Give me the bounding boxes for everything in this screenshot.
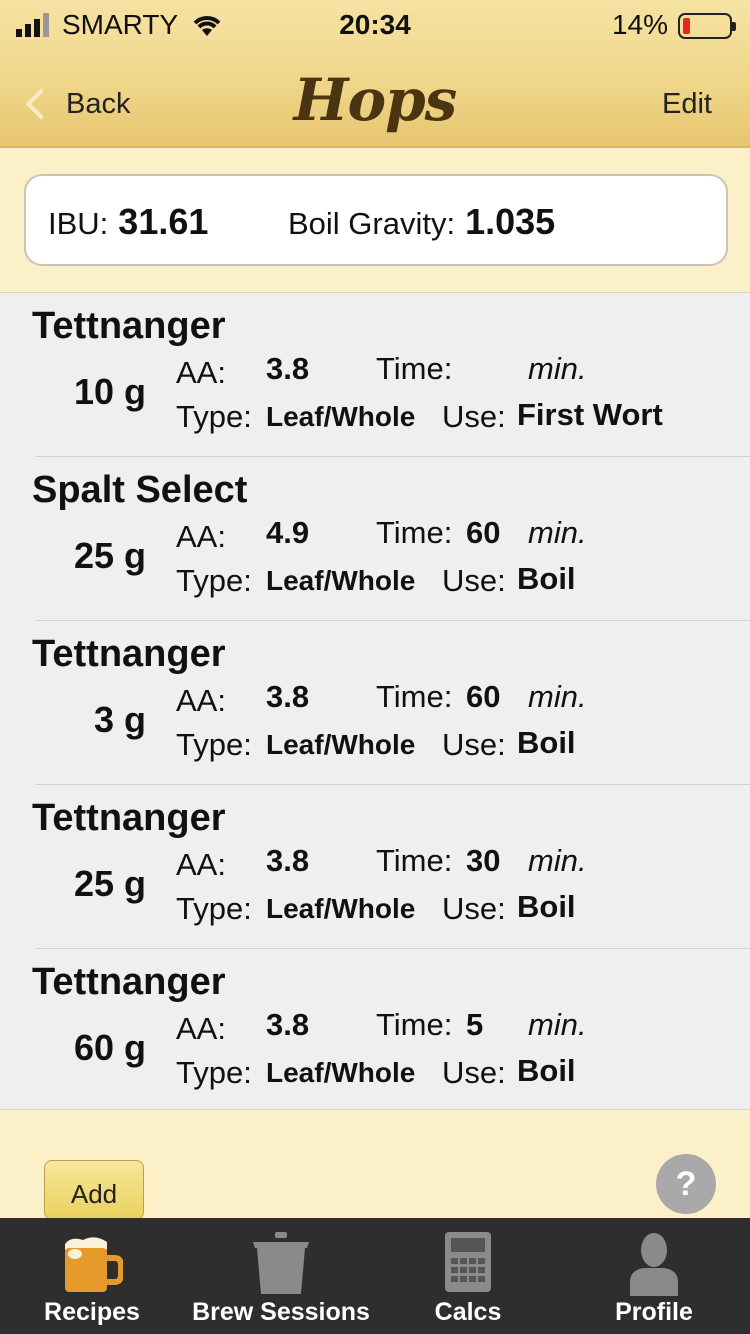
beer-mug-icon <box>65 1237 123 1292</box>
time-label: Time: <box>376 843 453 878</box>
tab-label: Brew Sessions <box>192 1298 370 1326</box>
header: SMARTY 20:34 14% Back Hops Edit <box>0 0 750 148</box>
page-title: Hops <box>293 66 458 134</box>
hop-name: Tettnanger <box>32 305 226 347</box>
aa-value: 4.9 <box>266 515 310 550</box>
min-unit: min. <box>528 515 587 550</box>
hop-amount: 60 g <box>73 1027 146 1068</box>
hop-amount: 25 g <box>73 535 146 576</box>
edit-button[interactable]: Edit <box>662 88 712 121</box>
aa-label: AA: <box>176 519 226 554</box>
hop-amount: 25 g <box>73 863 146 904</box>
add-hop-button[interactable]: Add <box>44 1160 144 1220</box>
use-value: Boil <box>517 561 576 596</box>
type-value: Leaf/Whole <box>266 401 416 432</box>
type-label: Type: <box>176 399 252 434</box>
time-label: Time: <box>376 351 453 386</box>
use-label: Use: <box>442 563 506 598</box>
type-label: Type: <box>176 727 252 762</box>
type-value: Leaf/Whole <box>266 1057 416 1088</box>
min-unit: min. <box>528 1007 587 1042</box>
aa-value: 3.8 <box>266 351 310 386</box>
use-label: Use: <box>442 891 506 926</box>
tab-recipes[interactable]: Recipes <box>0 1218 184 1334</box>
hop-amount: 10 g <box>73 371 146 412</box>
tab-label: Calcs <box>434 1298 502 1326</box>
aa-value: 3.8 <box>266 1007 310 1042</box>
hop-row[interactable]: Tettnanger 3 g AA: 3.8 Time: 60 min. Typ… <box>0 621 750 785</box>
hop-name: Tettnanger <box>32 797 226 839</box>
time-value: 5 <box>466 1007 484 1042</box>
hop-name: Tettnanger <box>32 961 226 1003</box>
aa-label: AA: <box>176 1011 226 1046</box>
boil-gravity-value: 1.035 <box>465 201 556 242</box>
boil-gravity-summary: Boil Gravity: 1.035 <box>288 201 555 243</box>
use-label: Use: <box>442 399 506 434</box>
battery-icon <box>678 13 736 39</box>
aa-label: AA: <box>176 847 226 882</box>
aa-label: AA: <box>176 683 226 718</box>
use-value: First Wort <box>517 397 663 432</box>
type-value: Leaf/Whole <box>266 893 416 924</box>
ibu-label: IBU: <box>48 206 109 241</box>
aa-value: 3.8 <box>266 679 310 714</box>
time-label: Time: <box>376 679 453 714</box>
type-value: Leaf/Whole <box>266 729 416 760</box>
hop-name: Tettnanger <box>32 633 226 675</box>
time-label: Time: <box>376 1007 453 1042</box>
hop-row[interactable]: Tettnanger 60 g AA: 3.8 Time: 5 min. Typ… <box>0 949 750 1113</box>
summary-box: IBU: 31.61 Boil Gravity: 1.035 <box>24 174 728 266</box>
hop-amount: 3 g <box>93 699 146 740</box>
use-value: Boil <box>517 725 576 760</box>
min-unit: min. <box>528 351 587 386</box>
brew-pot-icon <box>253 1232 309 1294</box>
time-value: 60 <box>466 515 501 550</box>
use-label: Use: <box>442 727 506 762</box>
hop-row[interactable]: Tettnanger 25 g AA: 3.8 Time: 30 min. Ty… <box>0 785 750 949</box>
min-unit: min. <box>528 679 587 714</box>
hop-row[interactable]: Spalt Select 25 g AA: 4.9 Time: 60 min. … <box>0 457 750 621</box>
hop-name: Spalt Select <box>32 469 248 511</box>
battery-percent: 14% <box>611 9 668 40</box>
time-label: Time: <box>376 515 453 550</box>
use-value: Boil <box>517 889 576 924</box>
time-value: 60 <box>466 679 501 714</box>
help-button[interactable]: ? <box>656 1154 716 1214</box>
profile-icon <box>630 1233 678 1296</box>
boil-gravity-label: Boil Gravity: <box>288 206 456 241</box>
hop-row[interactable]: Tettnanger 10 g AA: 3.8 Time: min. Type:… <box>0 293 750 457</box>
tab-label: Profile <box>615 1298 693 1326</box>
aa-label: AA: <box>176 355 226 390</box>
use-value: Boil <box>517 1053 576 1088</box>
tab-label: Recipes <box>44 1298 140 1326</box>
tab-brew-sessions[interactable]: Brew Sessions <box>184 1218 378 1334</box>
ibu-summary: IBU: 31.61 <box>48 201 208 243</box>
type-value: Leaf/Whole <box>266 565 416 596</box>
status-bar: SMARTY 20:34 14% <box>0 0 750 52</box>
type-label: Type: <box>176 563 252 598</box>
type-label: Type: <box>176 1055 252 1090</box>
hop-list: Tettnanger 10 g AA: 3.8 Time: min. Type:… <box>0 292 750 1110</box>
calculator-icon <box>445 1232 491 1292</box>
use-label: Use: <box>442 1055 506 1090</box>
min-unit: min. <box>528 843 587 878</box>
time-value: 30 <box>466 843 501 878</box>
aa-value: 3.8 <box>266 843 310 878</box>
type-label: Type: <box>176 891 252 926</box>
ibu-value: 31.61 <box>118 201 209 242</box>
tab-bar: Recipes Brew Sessions Calcs Profile <box>0 1218 750 1334</box>
tab-profile[interactable]: Profile <box>558 1218 750 1334</box>
tab-calcs[interactable]: Calcs <box>378 1218 558 1334</box>
